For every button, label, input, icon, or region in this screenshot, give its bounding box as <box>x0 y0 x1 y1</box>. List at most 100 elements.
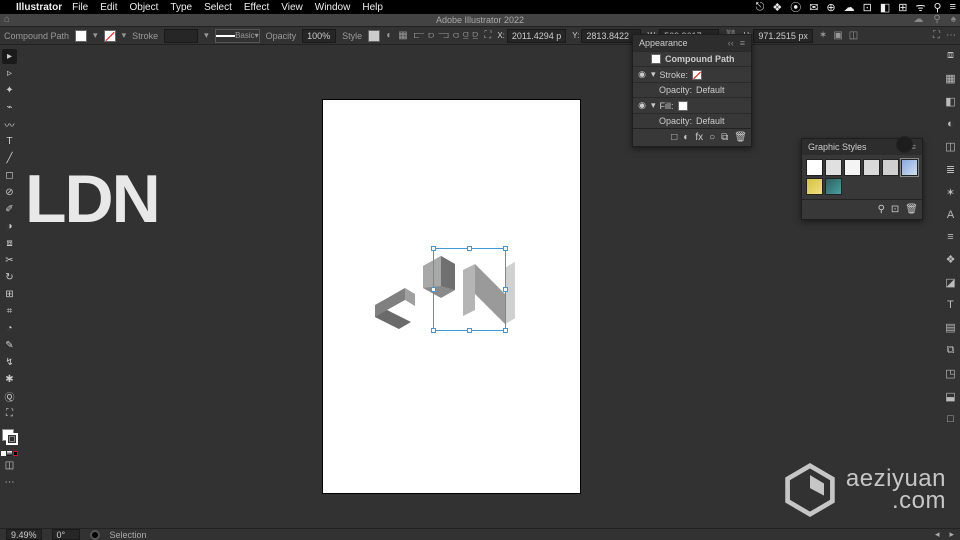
status-icon[interactable]: ❖ <box>772 1 782 14</box>
pen-tool[interactable]: 〰 <box>2 117 17 132</box>
swatches-panel-icon[interactable]: ◧ <box>945 95 955 108</box>
gradient-tool[interactable]: ↯ <box>2 355 17 370</box>
rotate-tool[interactable]: ⧈ <box>2 236 17 251</box>
opacity-field[interactable]: 100% <box>302 29 336 43</box>
row-caret-icon[interactable]: ▾ <box>651 100 656 111</box>
search-icon[interactable]: ⚲ <box>933 14 940 26</box>
brushes-panel-icon[interactable]: ◐ <box>947 118 954 130</box>
handle-bottom-right[interactable] <box>503 328 508 333</box>
menu-effect[interactable]: Effect <box>244 2 269 13</box>
paintbrush-tool[interactable]: ⊘ <box>2 185 17 200</box>
add-fill-icon[interactable]: ◐ <box>683 132 689 143</box>
mask-icon[interactable]: ◫ <box>849 30 858 41</box>
scissors-tool[interactable]: ✂ <box>2 253 17 268</box>
artboards-panel-icon[interactable]: ◳ <box>945 367 955 380</box>
color-mode-row[interactable] <box>1 451 18 456</box>
panel-minimize-icon[interactable]: ‹‹ <box>728 38 734 48</box>
align-top-icon[interactable]: ⫏ <box>453 30 459 41</box>
status-icon[interactable]: ✉ <box>809 1 818 14</box>
shape-mode-icon[interactable]: ✶ <box>819 30 827 41</box>
menu-help[interactable]: Help <box>362 2 383 13</box>
menu-view[interactable]: View <box>281 2 303 13</box>
links-panel-icon[interactable]: ⬓ <box>945 390 955 403</box>
screen-mode-tool[interactable]: ◫ <box>2 458 17 473</box>
width-tool[interactable]: ↻ <box>2 270 17 285</box>
stroke-profile[interactable]: Basic ▾ <box>215 29 260 43</box>
align-bottom-icon[interactable]: ⫒ <box>473 30 479 41</box>
add-stroke-icon[interactable]: □ <box>671 132 677 143</box>
shape-builder-tool[interactable]: ⌗ <box>2 304 17 319</box>
eraser-tool[interactable]: ◑ <box>2 219 17 234</box>
fill-opacity-value[interactable]: Default <box>696 116 725 126</box>
appearance-panel[interactable]: Appearance ‹‹≡ Compound Path ◉▾Stroke: O… <box>632 34 752 147</box>
status-icon[interactable]: ⎋ <box>756 1 765 14</box>
visibility-toggle[interactable]: ◉ <box>637 100 647 111</box>
graphic-style-thumb[interactable] <box>825 159 842 176</box>
graphic-style-thumb[interactable] <box>901 159 918 176</box>
stroke-dash-icon[interactable]: ▾ <box>204 30 209 41</box>
selection-bounding-box[interactable] <box>433 248 506 331</box>
handle-top-right[interactable] <box>503 246 508 251</box>
stroke-value-swatch[interactable] <box>692 70 702 80</box>
graphic-style-thumb[interactable] <box>863 159 880 176</box>
canvas[interactable]: LDN <box>19 45 941 528</box>
status-icon[interactable]: ◧ <box>880 1 890 14</box>
free-transform-tool[interactable]: ⊞ <box>2 287 17 302</box>
character-panel-icon[interactable]: A <box>947 209 954 221</box>
delete-style-icon[interactable]: 🗑 <box>905 204 918 215</box>
graphic-style-thumb[interactable] <box>825 178 842 195</box>
recolor-icon[interactable]: ◐ <box>386 30 392 41</box>
layers-panel-icon[interactable]: ⧉ <box>947 344 955 357</box>
pathfinder-panel-icon[interactable]: ▤ <box>945 321 955 334</box>
type-panel-icon[interactable]: T <box>947 299 954 311</box>
align-left-icon[interactable]: ⫍ <box>414 30 425 41</box>
clear-icon[interactable]: ○ <box>709 132 715 143</box>
gradient-panel-icon[interactable]: ✶ <box>946 186 955 199</box>
direct-selection-tool[interactable]: ▹ <box>2 66 17 81</box>
more-icon[interactable]: ⋯ <box>946 30 956 41</box>
menu-file[interactable]: File <box>72 2 88 13</box>
menu-object[interactable]: Object <box>129 2 158 13</box>
handle-bottom-left[interactable] <box>431 328 436 333</box>
new-style-icon[interactable]: ⊡ <box>891 204 899 215</box>
pref-icon[interactable]: ⛶ <box>933 30 940 41</box>
app-name[interactable]: Illustrator <box>16 2 62 13</box>
status-icon[interactable]: ☁ <box>844 1 855 14</box>
doc-setup-icon[interactable]: ▦ <box>398 30 407 41</box>
isolate-icon[interactable]: ▣ <box>833 30 842 41</box>
delete-icon[interactable]: 🗑 <box>734 132 747 143</box>
graphic-style-thumb[interactable] <box>806 159 823 176</box>
properties-panel-icon[interactable]: ⧈ <box>947 49 954 62</box>
stroke-swatch[interactable] <box>104 30 116 42</box>
stroke-opacity-value[interactable]: Default <box>696 85 725 95</box>
fill-value-swatch[interactable] <box>678 101 688 111</box>
handle-mid-left[interactable] <box>431 287 436 292</box>
status-icon[interactable]: ⊡ <box>863 1 872 14</box>
fill-stroke-indicator[interactable] <box>2 429 18 445</box>
menu-window[interactable]: Window <box>315 2 351 13</box>
panel-menu-icon[interactable]: ≡ <box>740 38 745 48</box>
graphic-style-thumb[interactable] <box>882 159 899 176</box>
symbols-panel-icon[interactable]: ◫ <box>945 140 955 153</box>
transform-icon[interactable]: ⛶ <box>484 30 491 41</box>
stroke-panel-icon[interactable]: ≣ <box>946 163 955 176</box>
align-right-icon[interactable]: ⫎ <box>438 30 449 41</box>
align-hcenter-icon[interactable]: ⫐ <box>428 30 434 41</box>
add-effect-icon[interactable]: fx <box>695 132 703 143</box>
paragraph-panel-icon[interactable]: ≡ <box>947 231 953 243</box>
menu-type[interactable]: Type <box>170 2 192 13</box>
transform-panel-icon[interactable]: ❖ <box>946 253 956 266</box>
h-field[interactable]: 971.2515 px <box>753 29 813 43</box>
visibility-toggle[interactable]: ◉ <box>637 69 647 80</box>
perspective-tool[interactable]: ◔ <box>2 321 17 336</box>
menu-edit[interactable]: Edit <box>100 2 117 13</box>
fill-swatch[interactable] <box>75 30 87 42</box>
artboard-tool[interactable]: ⛶ <box>2 406 17 421</box>
fill-dropdown-icon[interactable]: ▾ <box>93 30 98 41</box>
blend-tool[interactable]: Ⓠ <box>2 389 17 404</box>
status-icon[interactable]: ⊞ <box>898 1 907 14</box>
artboard[interactable] <box>323 100 580 493</box>
home-icon[interactable]: ⌂ <box>4 14 10 26</box>
rotate-field[interactable]: 0° <box>52 529 80 540</box>
status-icon[interactable]: ⦿ <box>790 0 801 15</box>
